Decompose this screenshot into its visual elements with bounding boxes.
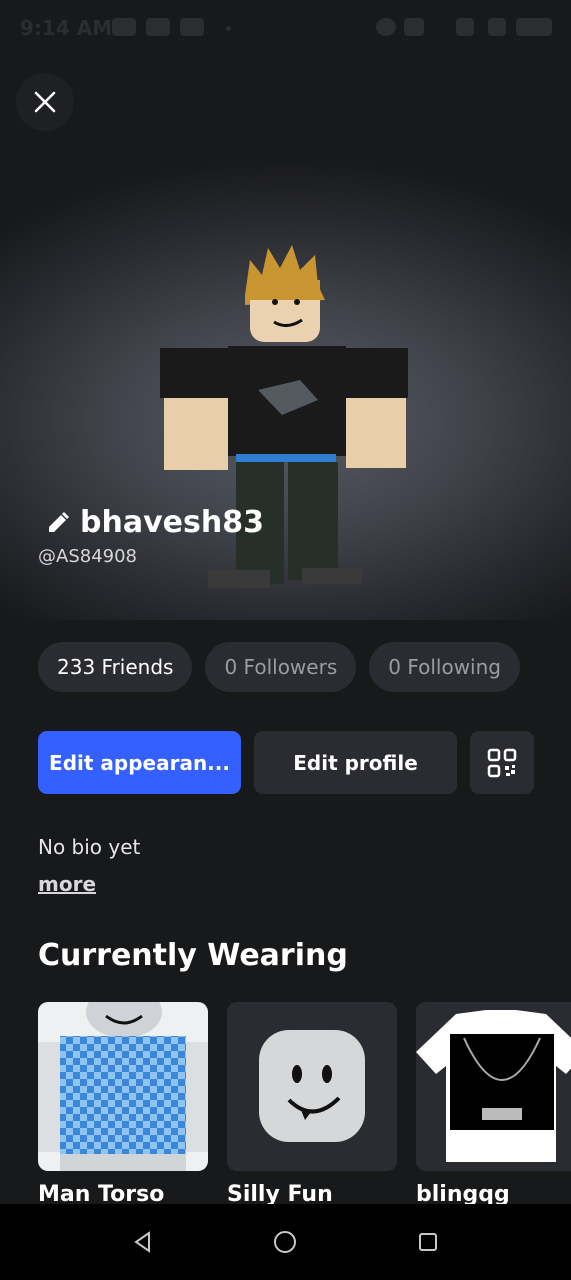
item-thumbnail (38, 1002, 208, 1171)
signal-icon (488, 18, 506, 36)
notification-icon (112, 18, 136, 36)
youtube-icon (180, 18, 204, 36)
back-triangle-icon (134, 1231, 150, 1253)
following-pill[interactable]: 0 Following (369, 642, 520, 692)
currently-wearing-title: Currently Wearing (38, 938, 348, 973)
bio-text: No bio yet (38, 835, 141, 859)
qr-code-button[interactable] (470, 731, 534, 794)
qr-code-icon (487, 748, 517, 777)
more-link[interactable]: more (38, 872, 96, 896)
dot-icon (226, 26, 231, 31)
wearing-item-blingqg[interactable] (416, 1002, 571, 1171)
wearing-list (38, 1002, 571, 1171)
wearing-item-label: blingqg (416, 1182, 510, 1204)
status-bar: 9:14 AM (0, 0, 571, 58)
wearing-item-label: Silly Fun (227, 1182, 333, 1204)
signal-icon (456, 18, 474, 36)
display-name-row[interactable]: bhavesh83 (46, 505, 264, 540)
recents-square-icon (419, 1233, 437, 1251)
close-button[interactable] (16, 73, 74, 131)
battery-icon (516, 18, 552, 36)
youtube-icon (146, 18, 170, 36)
system-navigation-bar (0, 1204, 571, 1280)
actions-row: Edit appearan... Edit profile (38, 731, 534, 794)
friends-pill[interactable]: 233 Friends (38, 642, 193, 692)
item-thumbnail (259, 1030, 365, 1142)
followers-pill[interactable]: 0 Followers (205, 642, 357, 692)
pencil-icon (49, 511, 69, 532)
avatar-image (160, 245, 408, 588)
edit-profile-button[interactable]: Edit profile (254, 731, 457, 794)
username: @AS84908 (38, 546, 137, 567)
volte-icon (404, 18, 424, 36)
edit-appearance-button[interactable]: Edit appearan... (38, 731, 241, 794)
close-icon (34, 91, 56, 113)
recents-button[interactable] (388, 1204, 468, 1280)
display-name: bhavesh83 (80, 505, 264, 540)
wearing-item-label: Man Torso (38, 1182, 165, 1204)
home-circle-icon (274, 1231, 296, 1253)
alarm-icon (376, 18, 396, 36)
stats-row: 233 Friends 0 Followers 0 Following (38, 642, 520, 692)
back-button[interactable] (103, 1204, 183, 1280)
status-time: 9:14 AM (20, 16, 113, 40)
wearing-item-man-torso[interactable] (38, 1002, 208, 1171)
wearing-item-silly-fun[interactable] (227, 1002, 397, 1171)
item-thumbnail (416, 1002, 571, 1171)
home-button[interactable] (245, 1204, 325, 1280)
